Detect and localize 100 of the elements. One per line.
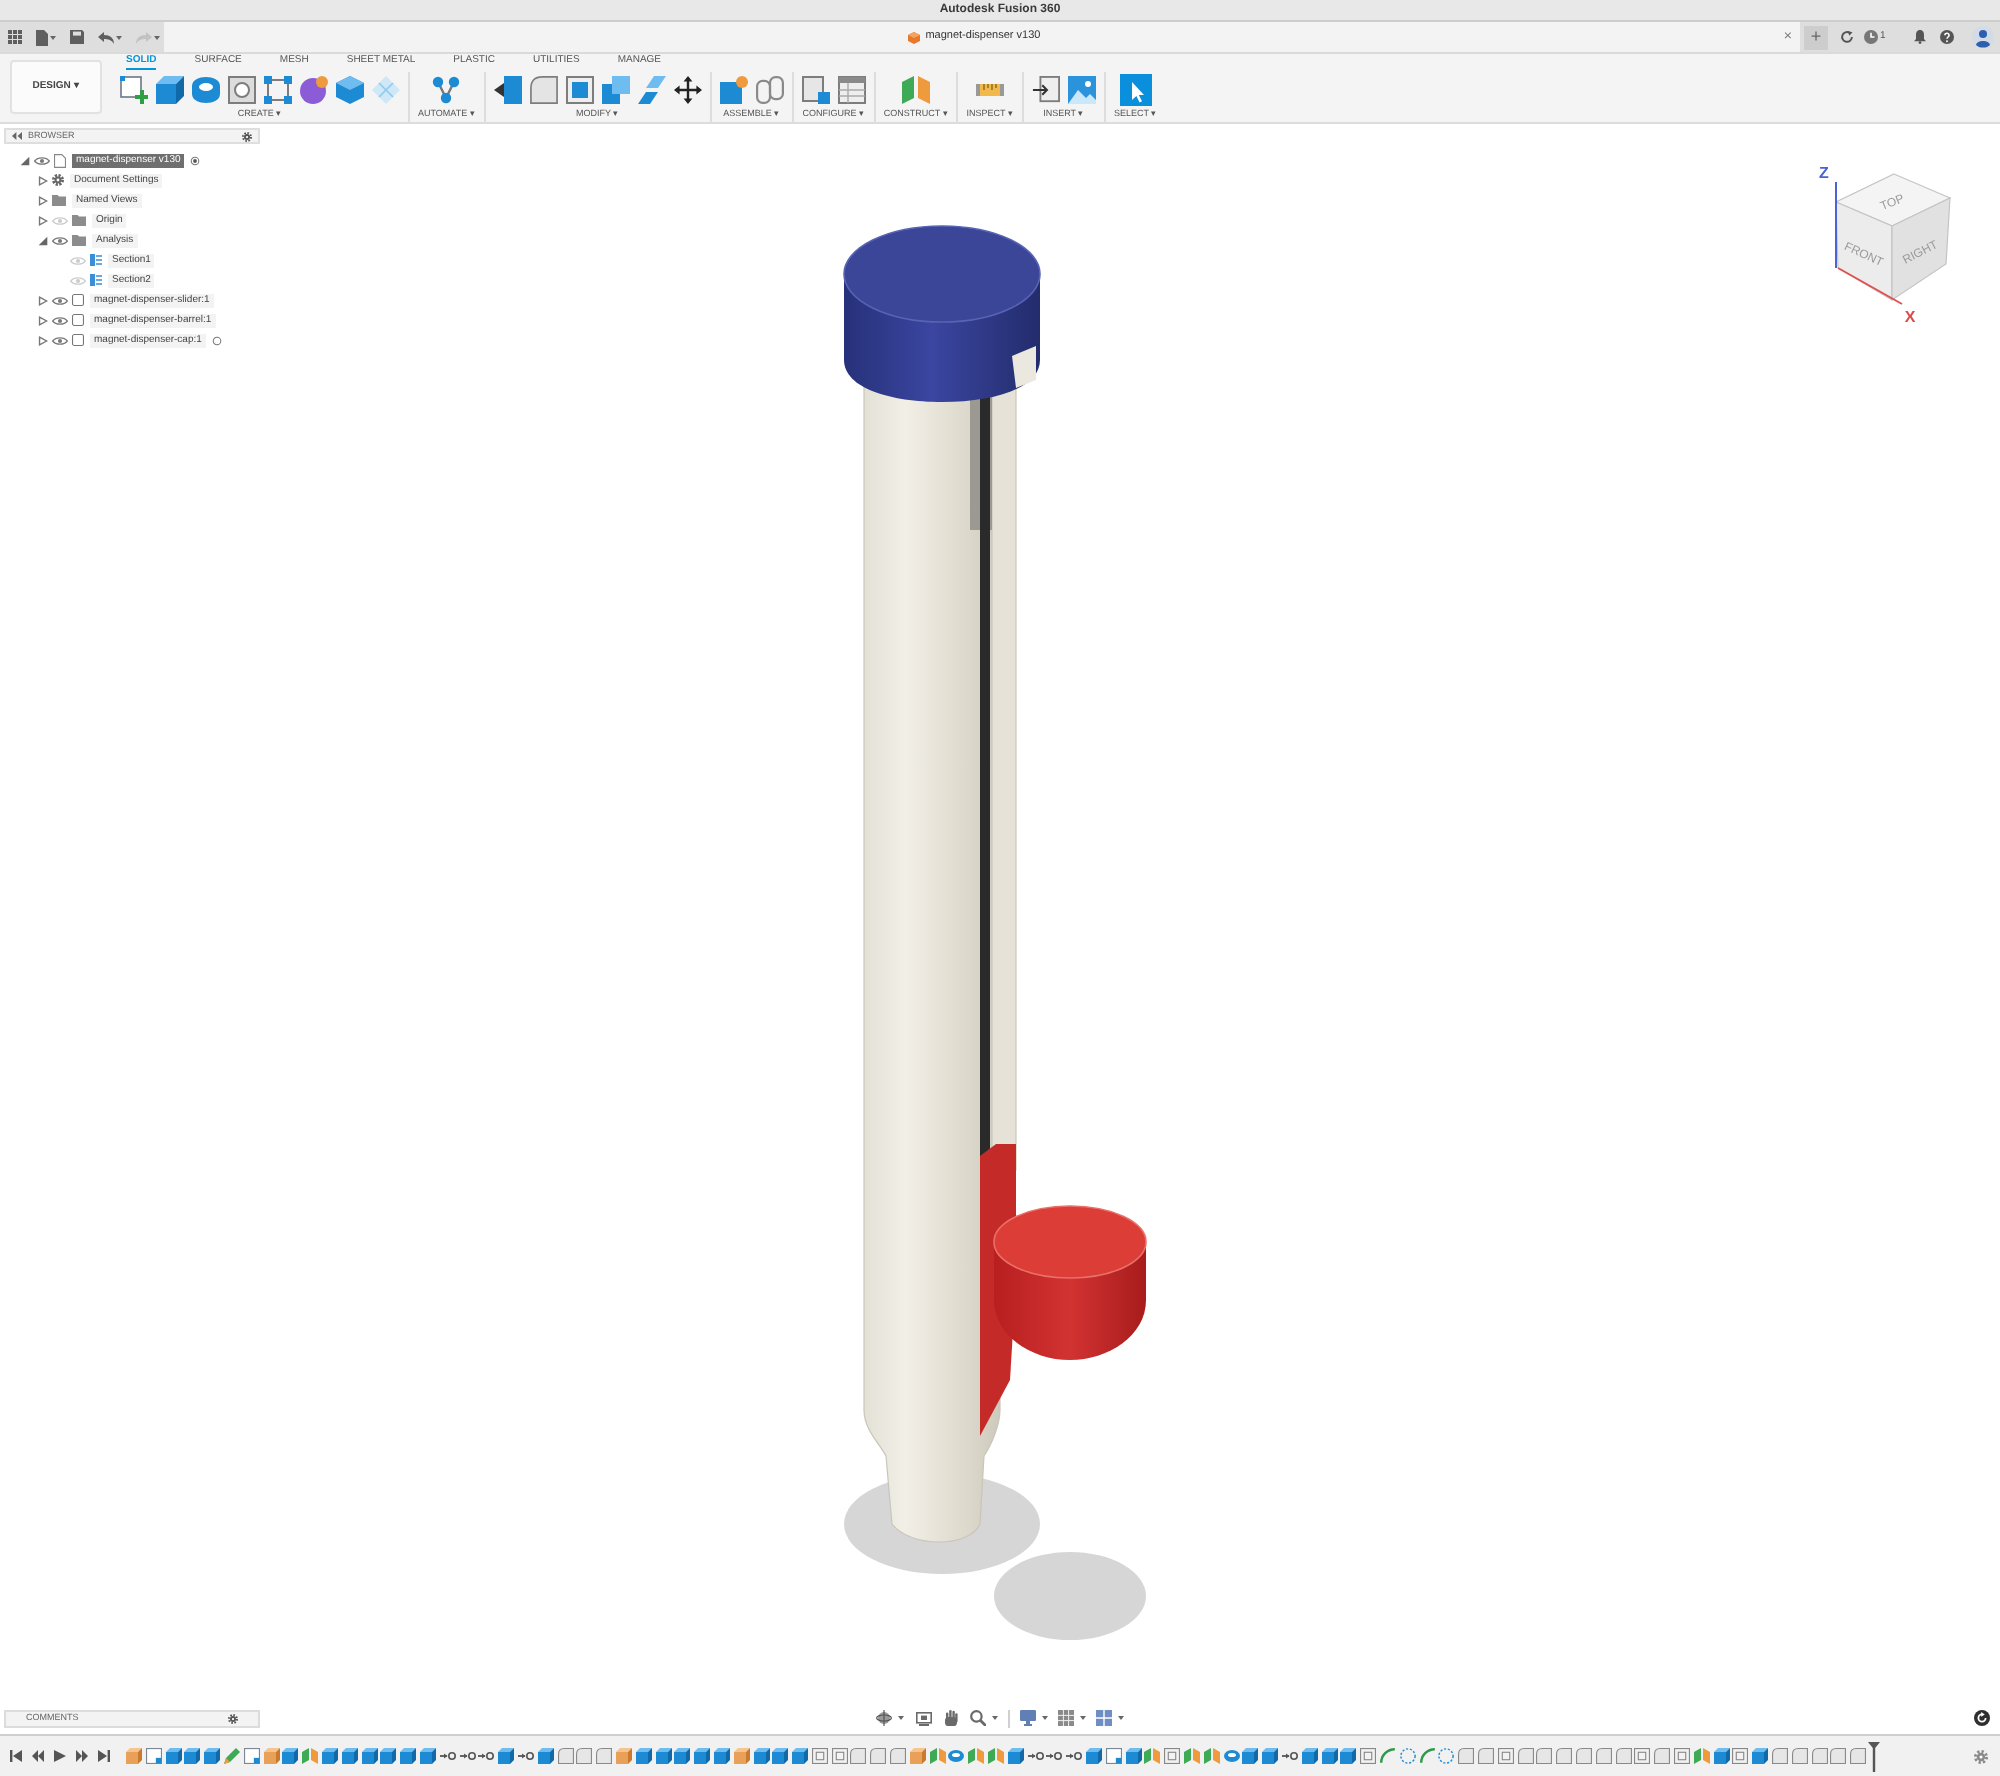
- block-icon[interactable]: [165, 1748, 182, 1764]
- orbit-icon[interactable]: [876, 1710, 892, 1726]
- eye-icon[interactable]: [52, 335, 68, 345]
- caret-icon[interactable]: [1080, 1716, 1086, 1720]
- block-icon[interactable]: [1086, 1748, 1103, 1764]
- arrow-circle-icon[interactable]: [517, 1752, 534, 1760]
- hole-icon[interactable]: [228, 76, 256, 104]
- box-outline-icon[interactable]: [1634, 1748, 1651, 1764]
- dotted-circle-icon[interactable]: [1438, 1748, 1455, 1764]
- arc-icon[interactable]: [1419, 1748, 1436, 1764]
- block-icon[interactable]: [537, 1748, 554, 1764]
- caret-icon[interactable]: [50, 35, 56, 39]
- framed-box-icon[interactable]: [916, 1711, 932, 1725]
- eye-icon[interactable]: [52, 295, 68, 305]
- move-icon[interactable]: [673, 76, 702, 104]
- block-icon[interactable]: [1301, 1748, 1318, 1764]
- cube-icon[interactable]: [909, 1748, 926, 1764]
- rounded-corner-icon[interactable]: [529, 76, 558, 104]
- box-outline-icon[interactable]: [1360, 1748, 1377, 1764]
- settings-icon[interactable]: [1974, 1749, 1988, 1763]
- refresh-icon[interactable]: [1840, 30, 1854, 44]
- rectangle-points-icon[interactable]: [264, 76, 292, 104]
- dotted-circle-icon[interactable]: [1399, 1748, 1416, 1764]
- planes-icon[interactable]: [1144, 1748, 1161, 1764]
- block-icon[interactable]: [419, 1748, 436, 1764]
- arrow-circle-icon[interactable]: [478, 1752, 495, 1760]
- square-outline-icon[interactable]: [145, 1748, 162, 1764]
- disclosure-triangle-icon[interactable]: [38, 215, 48, 225]
- new-tab-button[interactable]: +: [1804, 25, 1828, 49]
- pencil-icon[interactable]: [223, 1748, 240, 1764]
- step-forward-icon[interactable]: [76, 1750, 88, 1762]
- caret-icon[interactable]: [1042, 1716, 1048, 1720]
- block-icon[interactable]: [635, 1748, 652, 1764]
- block-icon[interactable]: [204, 1748, 221, 1764]
- block-icon[interactable]: [1340, 1748, 1357, 1764]
- block-icon[interactable]: [341, 1748, 358, 1764]
- monitor-icon[interactable]: [1020, 1710, 1036, 1726]
- eye-icon[interactable]: [34, 155, 50, 165]
- grid-icon[interactable]: [8, 30, 22, 44]
- block-icon[interactable]: [1752, 1748, 1769, 1764]
- block-icon[interactable]: [400, 1748, 417, 1764]
- arrow-circle-icon[interactable]: [459, 1752, 476, 1760]
- block-icon[interactable]: [1262, 1748, 1279, 1764]
- block-icon[interactable]: [1713, 1748, 1730, 1764]
- caret-icon[interactable]: [992, 1716, 998, 1720]
- block-icon[interactable]: [772, 1748, 789, 1764]
- undo-icon[interactable]: [98, 31, 114, 43]
- block-icon[interactable]: [282, 1748, 299, 1764]
- avatar-icon[interactable]: [1971, 26, 1994, 48]
- branch-icon[interactable]: [432, 76, 461, 104]
- table-icon[interactable]: [837, 76, 866, 104]
- disclosure-triangle-icon[interactable]: [38, 315, 48, 325]
- block-icon[interactable]: [1321, 1748, 1338, 1764]
- oval-icon[interactable]: [1223, 1750, 1240, 1762]
- planes-icon[interactable]: [988, 1748, 1005, 1764]
- eye-icon[interactable]: [52, 315, 68, 325]
- block-icon[interactable]: [498, 1748, 515, 1764]
- cursor-icon[interactable]: [1119, 74, 1152, 106]
- planes-icon[interactable]: [1203, 1748, 1220, 1764]
- rounded-block-icon[interactable]: [1654, 1748, 1671, 1764]
- timeline-marker[interactable]: [1868, 1741, 1881, 1771]
- settings-icon[interactable]: [242, 131, 252, 141]
- radio-icon[interactable]: [211, 335, 222, 345]
- file-icon[interactable]: [36, 29, 48, 45]
- block-icon[interactable]: [792, 1748, 809, 1764]
- block-icon[interactable]: [156, 76, 184, 104]
- cube-icon[interactable]: [733, 1748, 750, 1764]
- cube-icon[interactable]: [615, 1748, 632, 1764]
- save-icon[interactable]: [70, 30, 84, 44]
- disclosure-triangle-icon[interactable]: [38, 175, 48, 185]
- block-icon[interactable]: [753, 1748, 769, 1764]
- square-outline-icon[interactable]: [243, 1748, 260, 1764]
- planes-icon[interactable]: [1693, 1748, 1710, 1764]
- overlap-blocks-icon[interactable]: [601, 76, 630, 104]
- bell-icon[interactable]: [1913, 30, 1926, 44]
- insert-box-icon[interactable]: [1031, 76, 1060, 104]
- layout-icon[interactable]: [1096, 1710, 1112, 1726]
- skip-start-icon[interactable]: [10, 1750, 22, 1762]
- planes-icon[interactable]: [302, 1748, 319, 1764]
- caret-icon[interactable]: [898, 1716, 904, 1720]
- collapse-icon[interactable]: [12, 132, 22, 140]
- box-outline-icon[interactable]: [1732, 1748, 1749, 1764]
- planes-icon[interactable]: [902, 76, 931, 104]
- block-icon[interactable]: [674, 1748, 691, 1764]
- ruler-icon[interactable]: [976, 84, 1005, 96]
- cube-icon[interactable]: [336, 76, 364, 104]
- block-icon[interactable]: [1242, 1748, 1259, 1764]
- settings-icon[interactable]: [228, 1713, 238, 1723]
- sphere-icon[interactable]: [300, 76, 328, 104]
- box-outline-icon[interactable]: [1673, 1748, 1690, 1764]
- caret-icon[interactable]: [116, 35, 122, 39]
- box-outline-icon[interactable]: [1497, 1748, 1514, 1764]
- disclosure-triangle-icon[interactable]: [38, 335, 48, 345]
- oval-icon[interactable]: [948, 1750, 965, 1762]
- disclosure-triangle-icon[interactable]: [38, 235, 48, 245]
- block-icon[interactable]: [361, 1748, 378, 1764]
- planes-icon[interactable]: [929, 1748, 946, 1764]
- planes-icon[interactable]: [968, 1748, 985, 1764]
- block-icon[interactable]: [1125, 1748, 1142, 1764]
- box-outline-icon[interactable]: [1164, 1748, 1181, 1764]
